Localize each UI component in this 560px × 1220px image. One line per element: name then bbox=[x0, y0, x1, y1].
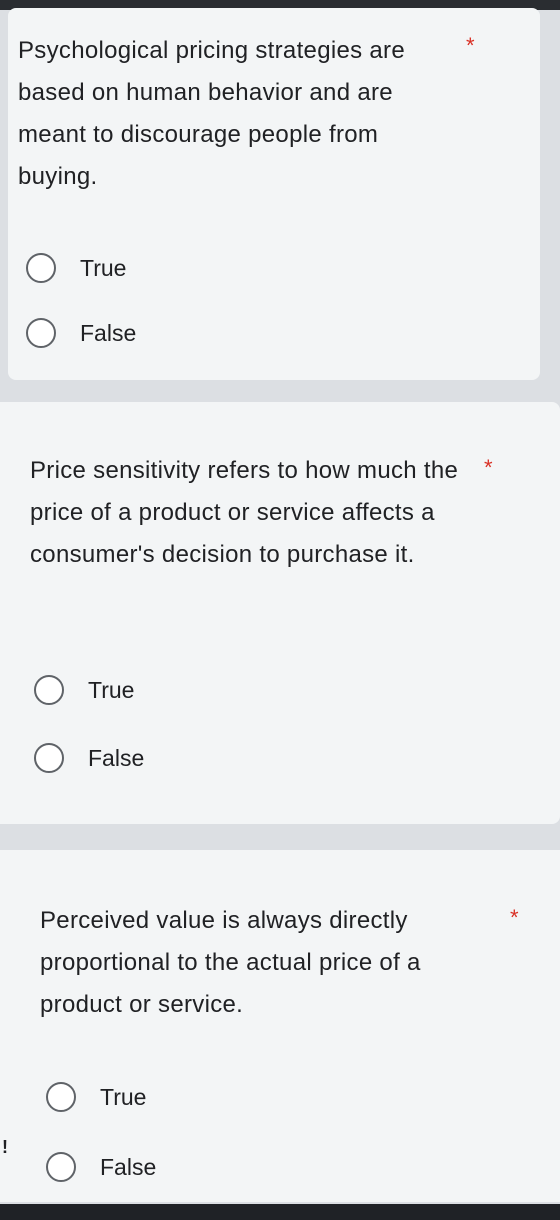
option-label: True bbox=[100, 1084, 147, 1110]
option-false[interactable]: False bbox=[46, 1152, 156, 1182]
question-card-3: Perceived value is always directly propo… bbox=[0, 850, 560, 1202]
required-asterisk: * bbox=[466, 33, 475, 58]
radio-button[interactable] bbox=[46, 1082, 76, 1112]
required-asterisk: * bbox=[510, 905, 519, 930]
question-text: Psychological pricing strategies are bas… bbox=[18, 37, 405, 190]
option-true[interactable]: True bbox=[34, 675, 134, 705]
option-false[interactable]: False bbox=[26, 318, 136, 348]
option-true[interactable]: True bbox=[46, 1082, 146, 1112]
radio-button[interactable] bbox=[34, 743, 64, 773]
radio-button[interactable] bbox=[34, 675, 64, 705]
question-card-2: Price sensitivity refers to how much the… bbox=[0, 402, 560, 824]
option-label: False bbox=[88, 745, 145, 771]
option-true[interactable]: True bbox=[26, 253, 126, 283]
screen-bottom-edge bbox=[0, 1204, 560, 1220]
radio-button[interactable] bbox=[26, 253, 56, 283]
option-false[interactable]: False bbox=[34, 743, 144, 773]
question-card-1: Psychological pricing strategies are bas… bbox=[8, 8, 540, 380]
exclamation-icon: ! bbox=[2, 1137, 8, 1157]
question-text: Price sensitivity refers to how much the… bbox=[30, 457, 459, 568]
option-label: True bbox=[80, 255, 127, 281]
option-label: True bbox=[88, 677, 135, 703]
option-label: False bbox=[80, 320, 137, 346]
required-asterisk: * bbox=[484, 455, 493, 480]
option-label: False bbox=[100, 1154, 157, 1180]
question-text: Perceived value is always directly propo… bbox=[40, 907, 421, 1018]
radio-button[interactable] bbox=[46, 1152, 76, 1182]
radio-button[interactable] bbox=[26, 318, 56, 348]
